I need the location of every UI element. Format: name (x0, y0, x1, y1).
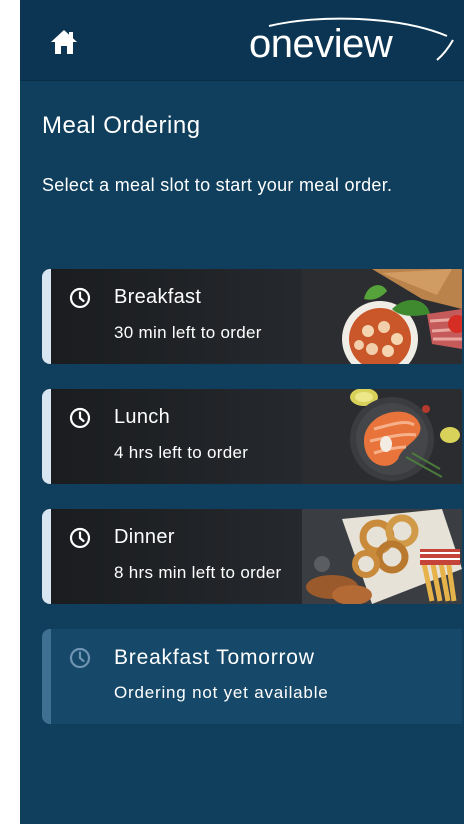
meal-slot-breakfast[interactable]: Breakfast 30 min left to order (42, 269, 462, 364)
top-bar: oneview (20, 0, 464, 81)
clock-icon (69, 527, 91, 549)
meal-slot-name: Lunch (114, 406, 170, 428)
meal-slot-status: Ordering not yet available (114, 683, 329, 702)
home-icon (51, 30, 77, 54)
logo-text: oneview (249, 22, 393, 66)
slot-accent-bar (42, 629, 51, 724)
meal-slot-name: Breakfast (114, 286, 202, 308)
clock-icon (69, 407, 91, 429)
meal-slot-status: 4 hrs left to order (114, 443, 249, 462)
meal-slot-name: Dinner (114, 526, 175, 548)
dinner-food-image (302, 509, 462, 604)
clock-icon (69, 647, 91, 669)
meal-slot-status: 30 min left to order (114, 323, 262, 342)
meal-slot-dinner[interactable]: Dinner 8 hrs min left to order (42, 509, 462, 604)
lunch-food-image (302, 389, 462, 484)
breakfast-food-image (302, 269, 462, 364)
meal-slot-status: 8 hrs min left to order (114, 563, 282, 582)
meal-slot-breakfast-tomorrow: Breakfast Tomorrow Ordering not yet avai… (42, 629, 462, 724)
home-button[interactable] (50, 29, 78, 55)
slot-accent-bar (42, 389, 51, 484)
clock-icon (69, 287, 91, 309)
oneview-logo: oneview (249, 14, 454, 68)
page-title: Meal Ordering (42, 112, 201, 139)
slot-accent-bar (42, 269, 51, 364)
page-subtitle: Select a meal slot to start your meal or… (42, 175, 393, 195)
meal-ordering-screen: oneview Meal Ordering Select a meal slot… (20, 0, 464, 824)
slot-accent-bar (42, 509, 51, 604)
meal-slot-lunch[interactable]: Lunch 4 hrs left to order (42, 389, 462, 484)
meal-slot-name: Breakfast Tomorrow (114, 646, 315, 669)
